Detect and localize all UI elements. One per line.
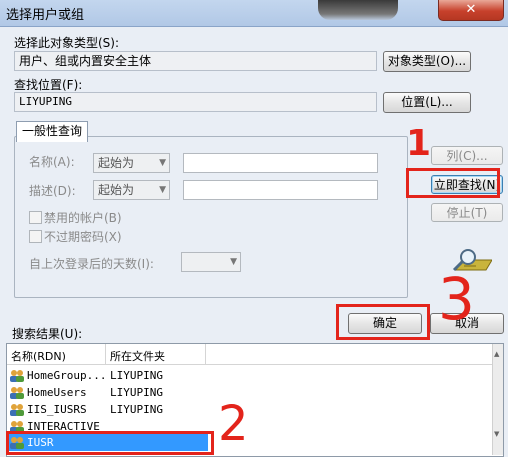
location-label: 查找位置(F): xyxy=(14,78,83,92)
disabled-accounts-checkbox[interactable] xyxy=(29,211,42,224)
window-title: 选择用户或组 xyxy=(6,8,85,23)
chevron-down-icon: ▼ xyxy=(159,158,166,168)
scroll-up-arrow-icon[interactable]: ▲ xyxy=(494,350,499,358)
close-button[interactable]: ✕ xyxy=(438,0,504,21)
location-field: LIYUPING xyxy=(14,92,377,112)
row-name: IIS_IUSRS xyxy=(27,403,87,416)
name-mode-value: 起始为 xyxy=(98,156,135,170)
description-mode-value: 起始为 xyxy=(98,183,135,197)
object-type-field: 用户、组或内置安全主体 xyxy=(14,51,377,71)
tab-common-queries[interactable]: 一般性查询 xyxy=(16,121,88,142)
column-header-name[interactable]: 名称(RDN) xyxy=(11,348,66,364)
days-since-logon-select[interactable]: ▼ xyxy=(181,252,241,272)
name-mode-select[interactable]: 起始为 ▼ xyxy=(93,153,170,173)
search-results-label: 搜索结果(U): xyxy=(12,327,83,341)
annotation-box-find-now xyxy=(406,168,500,198)
stop-button[interactable]: 停止(T) xyxy=(431,203,503,222)
scroll-down-arrow-icon[interactable]: ▼ xyxy=(494,430,499,438)
column-divider[interactable] xyxy=(105,344,106,364)
object-type-label: 选择此对象类型(S): xyxy=(14,36,120,50)
annotation-step-3: 3 xyxy=(438,265,475,333)
annotation-step-2: 2 xyxy=(218,396,249,452)
annotation-box-ok xyxy=(336,304,430,340)
column-header-folder[interactable]: 所在文件夹 xyxy=(110,348,165,364)
chevron-down-icon: ▼ xyxy=(230,257,237,267)
disabled-accounts-label: 禁用的帐户(B) xyxy=(44,211,122,225)
table-row[interactable]: HomeUsers LIYUPING xyxy=(8,385,208,401)
row-folder: LIYUPING xyxy=(110,369,163,382)
row-folder: LIYUPING xyxy=(110,386,163,399)
columns-button[interactable]: 列(C)... xyxy=(431,146,503,165)
row-name: HomeGroup... xyxy=(27,369,107,382)
annotation-box-iusr xyxy=(6,431,214,455)
object-types-button[interactable]: 对象类型(O)... xyxy=(383,51,471,72)
group-icon xyxy=(10,370,24,382)
row-name: HomeUsers xyxy=(27,386,87,399)
name-input[interactable] xyxy=(183,153,378,173)
results-header xyxy=(7,344,493,365)
column-divider[interactable] xyxy=(205,344,206,364)
locations-button[interactable]: 位置(L)... xyxy=(383,92,471,113)
days-since-logon-label: 自上次登录后的天数(I): xyxy=(29,257,154,271)
background-window-strip xyxy=(318,0,398,20)
row-folder: LIYUPING xyxy=(110,403,163,416)
name-label: 名称(A): xyxy=(29,155,75,169)
non-expiring-password-label: 不过期密码(X) xyxy=(44,230,122,244)
description-label: 描述(D): xyxy=(29,184,76,198)
group-icon xyxy=(10,404,24,416)
table-row[interactable]: HomeGroup... LIYUPING xyxy=(8,368,208,384)
annotation-step-1: 1 xyxy=(406,123,432,164)
table-row[interactable]: IIS_IUSRS LIYUPING xyxy=(8,402,208,418)
description-mode-select[interactable]: 起始为 ▼ xyxy=(93,180,170,200)
group-icon xyxy=(10,387,24,399)
results-scrollbar[interactable] xyxy=(492,344,503,455)
chevron-down-icon: ▼ xyxy=(159,185,166,195)
non-expiring-password-checkbox[interactable] xyxy=(29,230,42,243)
description-input[interactable] xyxy=(183,180,378,200)
